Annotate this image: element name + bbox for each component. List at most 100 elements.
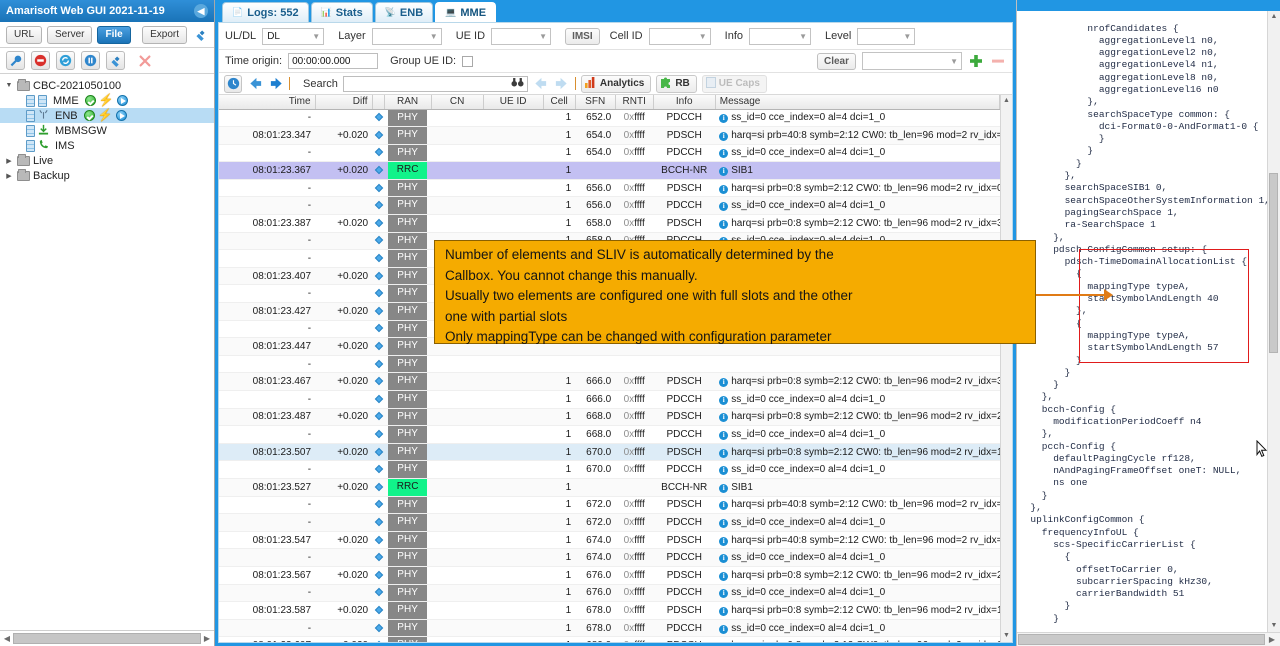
plug-icon[interactable] xyxy=(192,27,208,43)
table-row[interactable]: - PHY 1 656.0 0xffff PDSCH i harq=si prb=0:8 sy… xyxy=(219,179,1000,198)
plug-connect-icon[interactable] xyxy=(106,51,125,70)
scroll-up-icon[interactable]: ▲ xyxy=(1003,95,1010,107)
table-row[interactable]: - PHY 1 652.0 0xffff PDCCH i ss_id=0 cce_index=… xyxy=(219,109,1000,128)
info-select[interactable]: ▼ xyxy=(749,27,811,45)
tree-item-backup[interactable]: ▶ Backup xyxy=(0,168,214,183)
table-row[interactable]: 08:01:23.467 +0.020 PHY 1 666.0 0xffff PDSCH i h… xyxy=(219,372,1000,391)
scroll-down-icon[interactable]: ▼ xyxy=(1003,630,1010,642)
tab-enb[interactable]: 📡 ENB xyxy=(374,2,434,22)
table-row[interactable]: - PHY 1 672.0 0xffff PDSCH i harq=si prb=40:8 s… xyxy=(219,496,1000,515)
analytics-button[interactable]: Analytics xyxy=(580,74,652,93)
config-hscrollbar[interactable]: ▶ xyxy=(1017,632,1280,646)
col-ran[interactable]: RAN xyxy=(384,95,432,110)
col-time[interactable]: Time xyxy=(219,95,316,110)
table-row[interactable]: 08:01:23.347 +0.020 PHY 1 654.0 0xffff PDSCH i h… xyxy=(219,126,1000,145)
table-row[interactable]: 08:01:23.587 +0.020 PHY 1 678.0 0xffff PDSCH i h… xyxy=(219,601,1000,620)
scroll-thumb[interactable] xyxy=(13,633,201,644)
table-row[interactable]: 08:01:23.387 +0.020 PHY 1 658.0 0xffff PDSCH i h… xyxy=(219,214,1000,233)
scroll-thumb[interactable] xyxy=(1269,173,1278,353)
table-vscrollbar[interactable]: ▲ ▼ xyxy=(1000,95,1012,642)
tab-stats[interactable]: 📊 Stats xyxy=(310,2,373,22)
play-icon[interactable] xyxy=(116,95,128,106)
clear-button[interactable]: Clear xyxy=(816,52,856,70)
search-next-icon[interactable] xyxy=(554,76,570,92)
source-file-button[interactable]: File xyxy=(97,25,131,44)
table-row[interactable]: 08:01:23.507 +0.020 PHY 1 670.0 0xffff PDSCH i h… xyxy=(219,443,1000,462)
search-prev-icon[interactable] xyxy=(533,76,549,92)
uldl-select[interactable]: DL ▼ xyxy=(262,27,325,45)
expand-arrow-icon[interactable]: ▶ xyxy=(4,157,14,165)
table-row[interactable]: - PHY 1 654.0 0xffff PDCCH i ss_id=0 cce_index=… xyxy=(219,144,1000,163)
pause-icon[interactable] xyxy=(81,51,100,70)
tree-item-mme[interactable]: MME ⚡ xyxy=(0,93,214,108)
arrow-right-icon[interactable] xyxy=(268,76,284,92)
ueid-select[interactable]: ▼ xyxy=(491,27,552,45)
table-row[interactable]: - PHY 1 670.0 0xffff PDCCH i ss_id=0 cce_index=… xyxy=(219,460,1000,479)
delete-icon[interactable] xyxy=(137,53,153,69)
search-input[interactable] xyxy=(342,75,528,92)
minus-icon[interactable] xyxy=(990,53,1006,69)
source-server-button[interactable]: Server xyxy=(47,25,93,44)
rb-button[interactable]: RB xyxy=(656,74,697,93)
table-row[interactable]: - PHY 1 668.0 0xffff PDCCH i ss_id=0 cce_index=… xyxy=(219,425,1000,444)
table-row[interactable]: - PHY 1 656.0 0xffff PDCCH i ss_id=0 cce_index=… xyxy=(219,196,1000,216)
table-row[interactable]: 08:01:23.547 +0.020 PHY 1 674.0 0xffff PDSCH i h… xyxy=(219,531,1000,550)
wrench-icon[interactable] xyxy=(6,51,25,70)
table-row[interactable]: - PHY 1 666.0 0xffff PDCCH i ss_id=0 cce_index=… xyxy=(219,390,1000,409)
level-select[interactable]: ▼ xyxy=(857,27,916,45)
scroll-left-icon[interactable]: ◀ xyxy=(1,634,13,643)
col-sfn[interactable]: SFN xyxy=(575,95,616,110)
table-row[interactable]: 08:01:23.367 +0.020 RRC 1 BCCH-NR i SIB1 xyxy=(219,161,1000,180)
col-message[interactable]: Message xyxy=(715,95,1000,110)
col-cn[interactable]: CN xyxy=(431,95,484,110)
scroll-track[interactable] xyxy=(1268,23,1280,620)
tab-mme[interactable]: 💻 MME xyxy=(435,2,497,22)
col-rnti[interactable]: RNTI xyxy=(615,95,654,110)
uecaps-button[interactable]: UE Caps xyxy=(701,74,767,93)
table-row[interactable]: - PHY 1 674.0 0xffff PDCCH i ss_id=0 cce_index=… xyxy=(219,548,1000,567)
expand-arrow-icon[interactable]: ▼ xyxy=(4,82,14,89)
table-row[interactable]: 08:01:23.607+0.020 PHY 1680.00xffffPDSCHih… xyxy=(219,636,1000,642)
col-diff[interactable]: Diff xyxy=(315,95,373,110)
col-ueid[interactable]: UE ID xyxy=(483,95,544,110)
time-origin-input[interactable]: 00:00:00.000 xyxy=(288,53,379,69)
scroll-track[interactable] xyxy=(1001,107,1012,630)
tree-item-live[interactable]: ▶ Live xyxy=(0,153,214,168)
group-ueid-checkbox[interactable] xyxy=(462,55,474,67)
config-vscrollbar[interactable]: ▲ ▼ xyxy=(1267,11,1280,632)
scroll-down-icon[interactable]: ▼ xyxy=(1271,620,1278,632)
source-url-button[interactable]: URL xyxy=(6,25,43,44)
table-row[interactable]: - PHY 1 678.0 0xffff PDCCH i ss_id=0 cce_index=… xyxy=(219,619,1000,638)
clock-icon[interactable] xyxy=(224,74,242,93)
table-row[interactable]: - PHY 1 676.0 0xffff PDCCH i ss_id=0 cce_index=… xyxy=(219,584,1000,603)
tree-item-cbc[interactable]: ▼ CBC-2021050100 xyxy=(0,78,214,93)
scroll-right-icon[interactable]: ▶ xyxy=(201,634,213,643)
arrow-left-icon[interactable] xyxy=(247,76,263,92)
table-row[interactable]: 08:01:23.567 +0.020 PHY 1 676.0 0xffff PDSCH i h… xyxy=(219,566,1000,585)
table-row[interactable]: - PHY xyxy=(219,355,1000,374)
scroll-thumb[interactable] xyxy=(1018,634,1265,645)
collapse-panel-icon[interactable]: ◀ xyxy=(194,4,208,18)
cellid-select[interactable]: ▼ xyxy=(648,27,711,45)
scroll-up-icon[interactable]: ▲ xyxy=(1271,11,1278,23)
imsi-button[interactable]: IMSI xyxy=(565,27,600,45)
col-cell[interactable]: Cell xyxy=(543,95,576,110)
left-panel-hscrollbar[interactable]: ◀ ▶ xyxy=(0,630,214,646)
scroll-right-icon[interactable]: ▶ xyxy=(1265,635,1279,644)
tab-logs[interactable]: 📄 Logs: 552 xyxy=(222,2,309,22)
export-button[interactable]: Export xyxy=(142,25,187,44)
col-info[interactable]: Info xyxy=(653,95,716,110)
table-row[interactable]: 08:01:23.487 +0.020 PHY 1 668.0 0xffff PDSCH i h… xyxy=(219,408,1000,427)
stop-icon[interactable] xyxy=(31,51,50,70)
preset-select[interactable]: ▼ xyxy=(862,52,962,70)
expand-arrow-icon[interactable]: ▶ xyxy=(4,172,14,180)
binoculars-icon[interactable] xyxy=(511,77,524,91)
layer-select[interactable]: ▼ xyxy=(371,27,442,45)
tree-item-ims[interactable]: IMS xyxy=(0,138,214,153)
play-icon[interactable] xyxy=(115,110,127,121)
tree-item-enb[interactable]: ENB ⚡ xyxy=(0,108,214,123)
tree-item-mbmsgw[interactable]: MBMSGW xyxy=(0,123,214,138)
table-row[interactable]: 08:01:23.527 +0.020 RRC 1 BCCH-NR i SIB1 xyxy=(219,478,1000,497)
refresh-icon[interactable] xyxy=(56,51,75,70)
table-row[interactable]: - PHY 1 672.0 0xffff PDCCH i ss_id=0 cce_index=… xyxy=(219,513,1000,532)
